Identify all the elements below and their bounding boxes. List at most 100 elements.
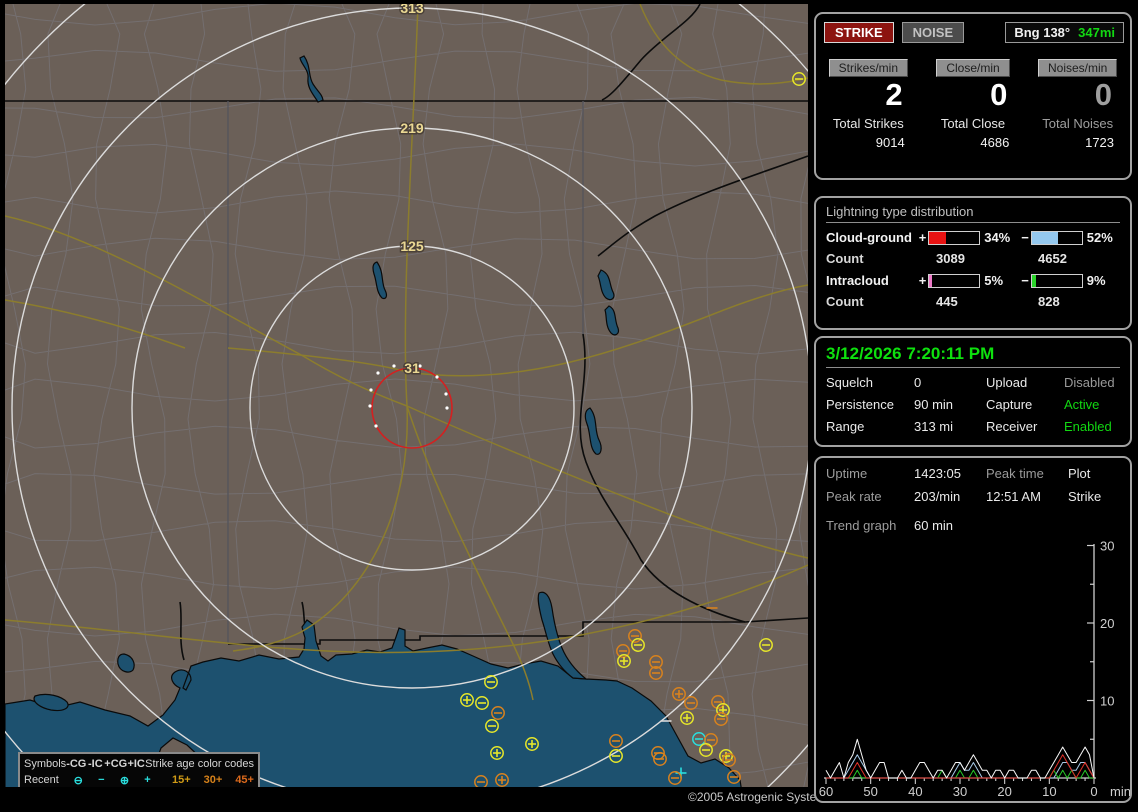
stats-col4: Strike — [1068, 489, 1122, 504]
legend-glyph-1: − — [90, 774, 113, 786]
trend-x-tick: 10 — [1042, 784, 1056, 799]
ring-label-31: 31 — [404, 360, 420, 376]
status-value-1: 0 — [914, 375, 986, 390]
counter-col-close-min: Close/min 0 Total Close 4686 — [921, 59, 1026, 150]
legend-header-row: Symbols -CG -IC +CG +IC Strike age color… — [24, 756, 254, 772]
status-value-2: Active — [1064, 397, 1122, 412]
stats-label: Peak rate — [826, 489, 914, 504]
count-row: Count 3089 4652 — [826, 251, 1122, 266]
app-window: 31125219313 Symbols -CG -IC +CG +IC Stri… — [0, 0, 1138, 812]
plus-percent: 5% — [984, 273, 1019, 288]
legend-col-cg-plus: +CG — [104, 758, 127, 770]
legend-glyph-0: ⊖ — [67, 774, 90, 787]
trend-series-total — [826, 739, 1094, 778]
stats-row-0: Uptime 1423:05 Peak time Plot — [826, 466, 1122, 481]
status-value-2: Enabled — [1064, 419, 1122, 434]
trend-y-tick: 10 — [1100, 694, 1114, 709]
status-label-1: Range — [826, 419, 914, 434]
counter-col-strikes-min: Strikes/min 2 Total Strikes 9014 — [816, 59, 921, 150]
counter-total-label: Total Strikes — [822, 116, 915, 131]
trend-panel: Uptime 1423:05 Peak time Plot Peak rate 2… — [814, 456, 1132, 803]
stats-label: Uptime — [826, 466, 914, 481]
counter-total-value: 4686 — [927, 135, 1020, 150]
plus-sign: + — [917, 230, 928, 245]
status-label-2: Upload — [986, 375, 1064, 390]
legend-age-45+: 45+ — [222, 774, 254, 786]
trend-x-tick: 60 — [819, 784, 833, 799]
minus-bar — [1031, 231, 1083, 245]
trend-series-cg_minus — [826, 755, 1094, 778]
trend-graph: 1020306050403020100min — [818, 536, 1130, 800]
legend-col-ic-plus: +IC — [127, 758, 145, 770]
legend-rows: Recent⊖−⊕+15+30+45+Old⊖−⊕+60+75+90+ — [24, 772, 254, 787]
legend-symbols-header: Symbols — [24, 758, 66, 770]
distribution-title: Lightning type distribution — [826, 204, 1120, 223]
legend-age-30+: 30+ — [191, 774, 223, 786]
distribution-panel: Lightning type distribution Cloud-ground… — [814, 196, 1132, 330]
plus-count: 445 — [936, 294, 1038, 309]
distribution-label: Cloud-ground — [826, 230, 917, 245]
trend-x-tick: 40 — [908, 784, 922, 799]
legend-col-ic-minus: -IC — [86, 758, 104, 770]
distribution-row: Cloud-ground + 34% − 52% — [826, 230, 1122, 245]
trend-series-cg_plus — [826, 755, 1094, 778]
strike-mode-button[interactable]: STRIKE — [824, 22, 894, 43]
counter-total-value: 9014 — [822, 135, 915, 150]
legend-age-15+: 15+ — [159, 774, 191, 786]
minus-percent: 52% — [1087, 230, 1122, 245]
bearing-readout: Bng 138° 347mi — [1005, 22, 1124, 43]
stats-row-1: Peak rate 203/min 12:51 AM Strike — [826, 489, 1122, 504]
status-panel: 3/12/2026 7:20:11 PM Squelch 0 Upload Di… — [814, 336, 1132, 447]
status-rows: Squelch 0 Upload Disabled Persistence 90 … — [816, 375, 1130, 434]
ring-label-125: 125 — [400, 238, 424, 254]
status-row-persistence: Persistence 90 min Capture Active — [826, 397, 1122, 412]
counter-columns: Strikes/min 2 Total Strikes 9014Close/mi… — [816, 59, 1130, 150]
minus-count: 828 — [1038, 294, 1060, 309]
minus-count: 4652 — [1038, 251, 1067, 266]
legend-row-name: Recent — [24, 774, 67, 786]
counter-value: 0 — [1031, 77, 1124, 113]
ring-label-219: 219 — [400, 120, 424, 136]
plus-bar — [928, 231, 980, 245]
status-label-1: Squelch — [826, 375, 914, 390]
minus-sign: − — [1019, 230, 1030, 245]
trend-graph-label: Trend graph — [826, 518, 914, 533]
distribution-group-cloud-ground: Cloud-ground + 34% − 52% Count 3089 4652 — [816, 230, 1130, 266]
plus-sign: + — [917, 273, 928, 288]
counter-col-noises-min: Noises/min 0 Total Noises 1723 — [1025, 59, 1130, 150]
minus-sign: − — [1019, 273, 1030, 288]
count-label: Count — [826, 294, 936, 309]
legend-col-cg-minus: -CG — [66, 758, 86, 770]
trend-x-tick: 20 — [997, 784, 1011, 799]
counter-value: 2 — [822, 77, 915, 113]
counter-total-value: 1723 — [1031, 135, 1124, 150]
stats-col3: Peak time — [986, 466, 1068, 481]
trend-series-ic — [826, 770, 1094, 778]
status-value-2: Disabled — [1064, 375, 1122, 390]
bearing-value: Bng 138° — [1014, 25, 1070, 40]
count-label: Count — [826, 251, 936, 266]
counter-value: 0 — [927, 77, 1020, 113]
plus-percent: 34% — [984, 230, 1019, 245]
counter-header: Noises/min — [1038, 59, 1117, 77]
distribution-rows: Cloud-ground + 34% − 52% Count 3089 4652… — [816, 230, 1130, 309]
mode-button-row: STRIKE NOISE Bng 138° 347mi — [824, 22, 1124, 43]
noise-mode-button[interactable]: NOISE — [902, 22, 964, 43]
stats-col4: Plot — [1068, 466, 1122, 481]
stats-rows: Uptime 1423:05 Peak time Plot Peak rate 2… — [816, 466, 1130, 504]
lightning-map[interactable]: 31125219313 Symbols -CG -IC +CG +IC Stri… — [5, 4, 808, 787]
minus-percent: 9% — [1087, 273, 1122, 288]
map-canvas: 31125219313 — [5, 4, 808, 787]
status-label-2: Capture — [986, 397, 1064, 412]
count-row: Count 445 828 — [826, 294, 1122, 309]
trend-x-tick: 30 — [953, 784, 967, 799]
map-legend: Symbols -CG -IC +CG +IC Strike age color… — [18, 752, 260, 787]
bearing-range-value: 347mi — [1078, 25, 1115, 40]
status-label-2: Receiver — [986, 419, 1064, 434]
trend-x-tick: 50 — [863, 784, 877, 799]
status-row-range: Range 313 mi Receiver Enabled — [826, 419, 1122, 434]
trend-graph-value: 60 min — [914, 518, 986, 533]
plus-bar — [928, 274, 980, 288]
status-label-1: Persistence — [826, 397, 914, 412]
legend-glyph-3: + — [136, 774, 159, 786]
